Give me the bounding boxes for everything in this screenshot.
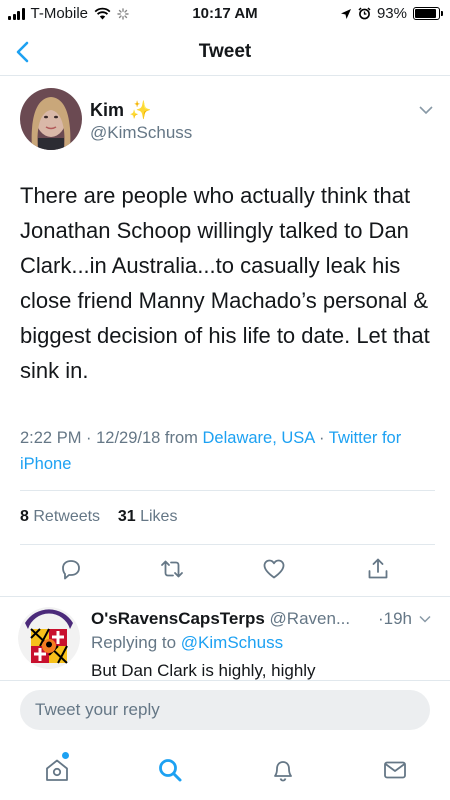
likes-count: 31	[117, 508, 136, 525]
battery-fill	[415, 9, 437, 18]
compose-bar	[0, 680, 450, 740]
author-name-text: Kim	[90, 100, 125, 120]
reply-chevron-down-icon[interactable]	[418, 612, 432, 626]
reply-avatar[interactable]	[18, 607, 80, 669]
alarm-icon	[358, 7, 371, 20]
battery-icon	[413, 7, 443, 20]
retweets-stat[interactable]: 8 Retweets	[20, 508, 100, 525]
author-name[interactable]: Kim ✨	[90, 100, 151, 121]
likes-label: Likes	[140, 508, 178, 525]
tweet-actions	[20, 556, 430, 588]
retweet-icon[interactable]	[159, 556, 185, 582]
location-arrow-icon	[340, 8, 351, 19]
search-icon[interactable]	[156, 756, 184, 784]
tweet-meta: 2:22 PM · 12/29/18 from Delaware, USA · …	[20, 425, 430, 477]
page-title: Tweet	[198, 41, 252, 62]
chevron-down-icon[interactable]	[418, 102, 434, 118]
reply-author-handle[interactable]: @Raven...	[270, 609, 351, 628]
replying-prefix: Replying to	[91, 633, 181, 652]
author-handle[interactable]: @KimSchuss	[90, 123, 192, 143]
reply-icon[interactable]	[58, 556, 84, 582]
location-link[interactable]: Delaware, USA	[203, 429, 315, 447]
share-icon[interactable]	[365, 556, 391, 582]
likes-stat[interactable]: 31 Likes	[118, 508, 178, 525]
tab-bar	[0, 740, 450, 800]
reply-author-name[interactable]: O'sRavensCapsTerps	[91, 609, 265, 628]
replying-to-link[interactable]: @KimSchuss	[181, 633, 283, 652]
status-right: 93%	[340, 5, 443, 22]
status-bar: T-Mobile 10:17 AM 93%	[0, 0, 450, 28]
reply-time: ·19h	[377, 609, 412, 628]
reply-input[interactable]	[20, 690, 430, 730]
replying-to: Replying to @KimSchuss	[91, 633, 283, 653]
nav-bar: Tweet	[0, 28, 450, 76]
retweets-label: Retweets	[33, 508, 101, 525]
reply-text: But Dan Clark is highly, highly	[91, 661, 316, 680]
reply-tweet[interactable]: O'sRavensCapsTerps @Raven... ·19h Replyi…	[18, 605, 438, 685]
avatar-image	[20, 88, 82, 150]
messages-envelope-icon[interactable]	[381, 756, 409, 784]
tweet-timestamp: 2:22 PM · 12/29/18 from	[20, 429, 203, 447]
maryland-flag-logo	[18, 607, 80, 669]
battery-percent: 93%	[376, 5, 407, 22]
retweets-count: 8	[20, 508, 29, 525]
author-avatar[interactable]	[20, 88, 82, 150]
tweet-text: There are people who actually think that…	[20, 183, 430, 383]
sparkles-icon: ✨	[129, 100, 152, 120]
notifications-bell-icon[interactable]	[269, 756, 297, 784]
tweet-author: Kim ✨ @KimSchuss	[20, 88, 440, 158]
divider	[0, 596, 450, 597]
home-icon[interactable]	[43, 756, 71, 784]
like-heart-icon[interactable]	[261, 556, 287, 582]
home-notification-dot	[62, 752, 69, 759]
meta-separator: ·	[314, 429, 329, 447]
tweet-stats: 8 Retweets 31 Likes	[20, 490, 435, 545]
